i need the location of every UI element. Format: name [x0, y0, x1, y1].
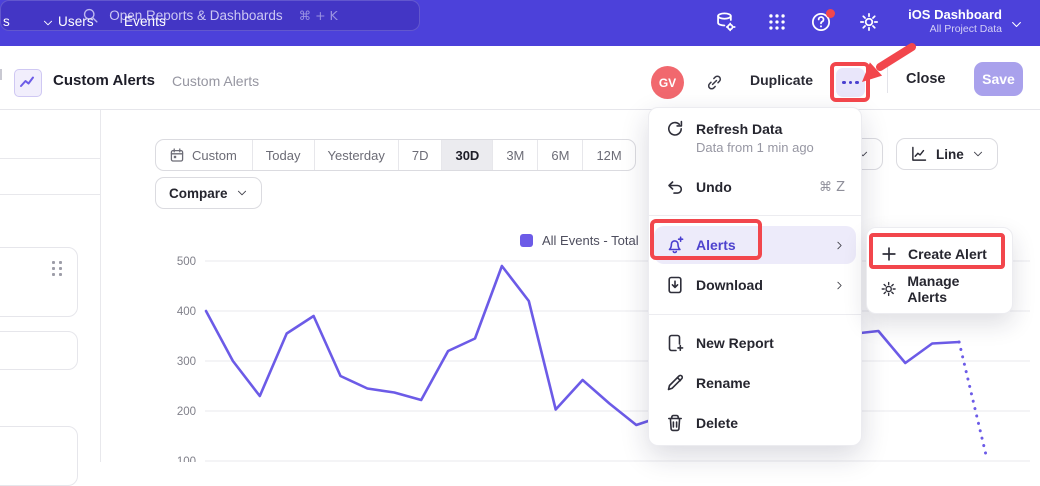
- gear-icon: [880, 280, 897, 298]
- range-label: Yesterday: [328, 148, 385, 163]
- menu-item-new-report[interactable]: New Report: [654, 325, 856, 361]
- menu-item-undo[interactable]: Undo ⌘ Z: [654, 169, 856, 205]
- range-6m[interactable]: 6M: [537, 140, 582, 170]
- menu-item-label: Undo: [696, 179, 732, 195]
- compare-label: Compare: [169, 186, 228, 201]
- chart-legend[interactable]: All Events - Total: [520, 233, 639, 248]
- compare-button[interactable]: Compare: [155, 177, 262, 209]
- menu-item-refresh[interactable]: Refresh Data: [654, 116, 856, 142]
- y-axis-tick-label: 400: [177, 306, 196, 318]
- menu-item-label: New Report: [696, 335, 774, 351]
- chevron-right-icon: [834, 240, 845, 251]
- nav-item-events[interactable]: Events: [124, 14, 166, 29]
- y-axis-tick-label: 200: [177, 406, 196, 418]
- panel-divider: [100, 110, 101, 462]
- y-axis-tick-label: 100: [177, 456, 196, 462]
- chart-type-label: Line: [936, 147, 964, 162]
- range-custom[interactable]: Custom: [156, 140, 252, 170]
- menu-shortcut: ⌘ Z: [819, 180, 845, 195]
- range-today[interactable]: Today: [252, 140, 314, 170]
- date-range-selector: Custom Today Yesterday 7D 30D 3M 6M 12M: [155, 139, 636, 171]
- save-button[interactable]: Save: [974, 62, 1023, 96]
- legend-label: All Events - Total: [542, 233, 639, 248]
- search-shortcut: ⌘ + K: [299, 8, 338, 23]
- nav-item-users[interactable]: Users: [58, 14, 94, 29]
- sidebar-divider: [0, 158, 100, 159]
- report-type-icon: [14, 69, 42, 97]
- calendar-icon: [169, 147, 185, 163]
- chevron-down-icon: [1010, 18, 1023, 31]
- y-axis-tick-label: 300: [177, 356, 196, 368]
- range-label: 30D: [455, 148, 479, 163]
- chevron-right-icon: [834, 280, 845, 291]
- apps-grid-icon[interactable]: [766, 11, 788, 33]
- sidebar-card[interactable]: [0, 247, 78, 317]
- project-subtitle: All Project Data: [880, 23, 1002, 36]
- pencil-icon: [665, 373, 685, 393]
- refresh-icon: [665, 119, 685, 139]
- clipped-element: [0, 69, 2, 80]
- range-7d[interactable]: 7D: [398, 140, 442, 170]
- menu-item-delete[interactable]: Delete: [654, 405, 856, 441]
- range-label: 12M: [596, 148, 621, 163]
- annotation-box-alerts: [650, 219, 762, 260]
- legend-swatch: [520, 234, 533, 247]
- y-axis-tick-label: 500: [177, 256, 196, 268]
- range-label: Custom: [192, 148, 237, 163]
- download-icon: [665, 275, 685, 295]
- chevron-down-icon: [972, 148, 984, 160]
- page-title: Custom Alerts: [53, 72, 155, 89]
- submenu-item-manage-alerts[interactable]: Manage Alerts: [867, 271, 1012, 306]
- project-switcher[interactable]: iOS Dashboard All Project Data: [880, 6, 1002, 36]
- range-30d[interactable]: 30D: [441, 140, 492, 170]
- chart-type-button[interactable]: Line: [896, 138, 998, 170]
- menu-item-label: Delete: [696, 415, 738, 431]
- submenu-item-label: Manage Alerts: [907, 273, 999, 305]
- gear-icon[interactable]: [858, 11, 880, 33]
- report-options-menu: Refresh DataData from 1 min agoUndo⌘ ZAl…: [648, 107, 862, 446]
- menu-item-download[interactable]: Download: [654, 266, 856, 304]
- notification-dot: [826, 9, 835, 18]
- line-chart-icon: [910, 145, 928, 163]
- sidebar-card[interactable]: [0, 331, 78, 370]
- range-label: 7D: [412, 148, 429, 163]
- annotation-box-create-alert: [869, 233, 1005, 269]
- menu-separator: [649, 215, 861, 216]
- avatar[interactable]: GV: [651, 66, 684, 99]
- menu-item-label: Rename: [696, 375, 750, 391]
- sidebar-card[interactable]: [0, 426, 78, 486]
- chevron-down-icon: [42, 17, 54, 29]
- range-3m[interactable]: 3M: [492, 140, 537, 170]
- nav-item-partial[interactable]: s: [3, 14, 10, 29]
- share-link-icon[interactable]: [705, 73, 724, 92]
- breadcrumb: Custom Alerts: [172, 73, 259, 89]
- data-icon[interactable]: [714, 11, 736, 33]
- duplicate-button[interactable]: Duplicate: [750, 72, 813, 88]
- trash-icon: [665, 413, 685, 433]
- menu-item-label: Refresh Data: [696, 121, 782, 137]
- menu-item-rename[interactable]: Rename: [654, 365, 856, 401]
- range-label: 3M: [506, 148, 524, 163]
- undo-icon: [665, 177, 685, 197]
- chevron-down-icon: [236, 187, 248, 199]
- range-label: 6M: [551, 148, 569, 163]
- range-yesterday[interactable]: Yesterday: [314, 140, 398, 170]
- menu-item-subtext: Data from 1 min ago: [696, 140, 856, 156]
- line-series-projected-dotted: [959, 342, 986, 455]
- sidebar-divider: [0, 194, 100, 195]
- file-plus-icon: [665, 333, 685, 353]
- project-name: iOS Dashboard: [880, 6, 1002, 23]
- menu-item-label: Download: [696, 277, 763, 293]
- range-12m[interactable]: 12M: [582, 140, 634, 170]
- range-label: Today: [266, 148, 301, 163]
- menu-separator: [649, 314, 861, 315]
- drag-handle-icon[interactable]: [52, 261, 62, 276]
- top-navigation-bar: s Users Events Open Reports & Dashboards…: [0, 0, 1040, 46]
- annotation-arrow: [835, 42, 935, 90]
